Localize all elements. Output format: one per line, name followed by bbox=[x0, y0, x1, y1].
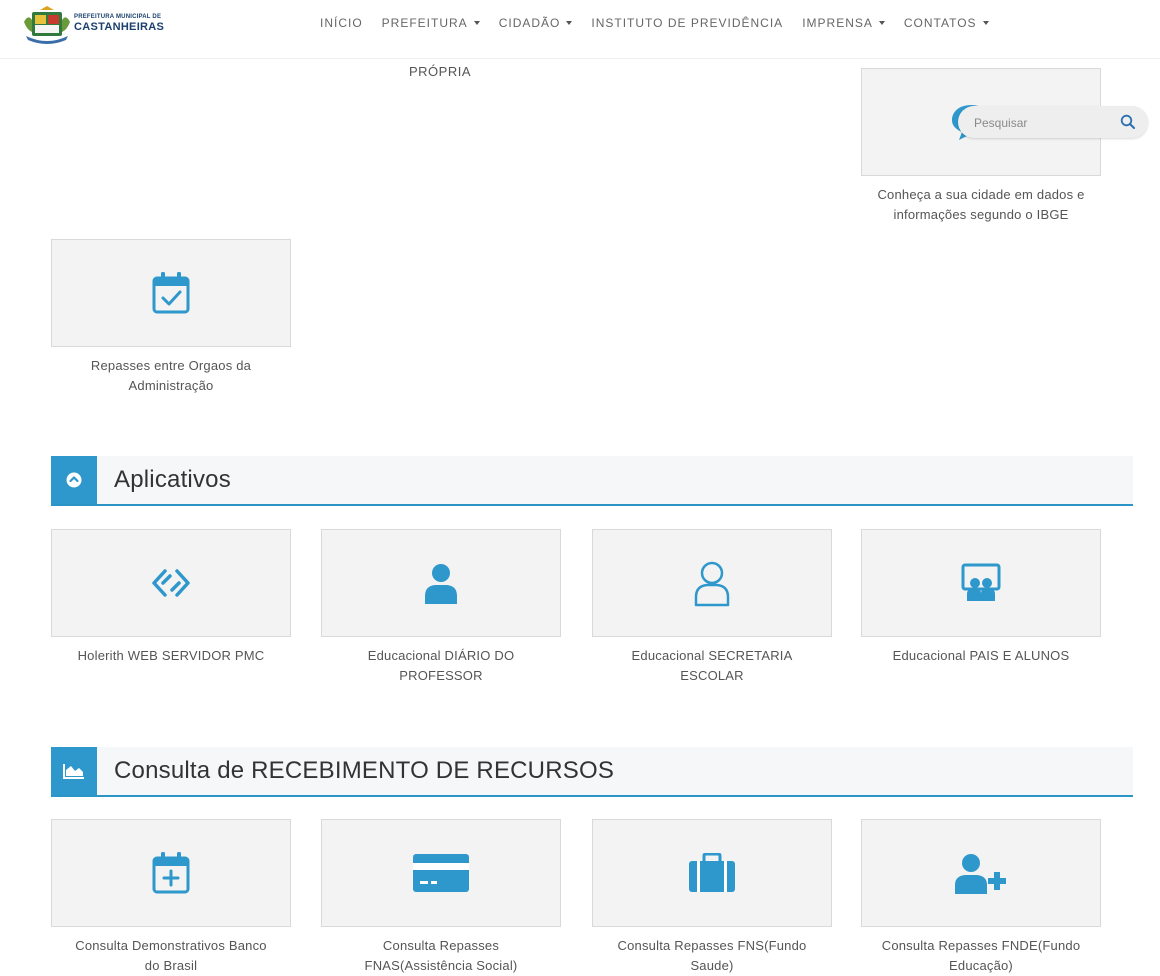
caret-down-icon bbox=[566, 21, 573, 25]
classroom-icon bbox=[961, 563, 1001, 601]
card-fns[interactable]: Consulta Repasses FNS(Fundo Saude) bbox=[592, 819, 832, 976]
propria-label[interactable]: PRÓPRIA bbox=[409, 64, 471, 79]
crest-icon bbox=[24, 6, 70, 44]
caret-down-icon bbox=[473, 21, 480, 25]
caret-down-icon bbox=[982, 21, 989, 25]
card-label-line: Consulta Repasses bbox=[382, 938, 500, 953]
user-solid-icon bbox=[425, 564, 457, 604]
nav-cidadao[interactable]: CIDADÃO bbox=[499, 14, 573, 32]
section-badge bbox=[51, 456, 97, 504]
logo-subtitle: PREFEITURA MUNICIPAL DE bbox=[74, 14, 162, 20]
section-aplicativos: Aplicativos bbox=[51, 456, 1133, 506]
nav-label: INÍCIO bbox=[320, 16, 363, 30]
card-label: Consulta Repasses FNDE(Fundo Educação) bbox=[861, 936, 1101, 976]
site-logo[interactable]: PREFEITURA MUNICIPAL DE CASTANHEIRAS bbox=[22, 6, 172, 44]
card-label-line: Consulta Repasses FNDE(Fundo bbox=[881, 938, 1081, 953]
section-title: Aplicativos bbox=[114, 466, 231, 493]
card-label-line: Educacional DIÁRIO DO bbox=[367, 648, 515, 663]
nav-label: IMPRENSA bbox=[802, 16, 873, 30]
card-label: Educacional PAIS E ALUNOS bbox=[861, 646, 1101, 666]
card-label: Educacional SECRETARIA ESCOLAR bbox=[592, 646, 832, 686]
card-box bbox=[321, 529, 561, 637]
card-label: Conheça a sua cidade em dados e informaç… bbox=[861, 185, 1101, 225]
site-header: PREFEITURA MUNICIPAL DE CASTANHEIRAS INÍ… bbox=[0, 0, 1160, 59]
calendar-plus-icon bbox=[152, 852, 190, 894]
card-pais-alunos[interactable]: Educacional PAIS E ALUNOS bbox=[861, 529, 1101, 666]
card-label: Holerith WEB SERVIDOR PMC bbox=[51, 646, 291, 666]
card-box bbox=[592, 819, 832, 927]
area-chart-icon bbox=[63, 764, 84, 779]
card-label-line: Holerith WEB SERVIDOR PMC bbox=[77, 648, 265, 663]
card-label-line: Consulta Repasses FNS(Fundo bbox=[617, 938, 807, 953]
user-outline-icon bbox=[694, 561, 730, 607]
search-icon[interactable] bbox=[1120, 114, 1136, 130]
credit-card-icon bbox=[413, 854, 469, 892]
card-label-line: ESCOLAR bbox=[680, 668, 744, 683]
card-box bbox=[321, 819, 561, 927]
nav-label: INSTITUTO DE PREVIDÊNCIA bbox=[591, 16, 784, 30]
circle-arrow-up-icon bbox=[66, 472, 82, 488]
card-fnas[interactable]: Consulta Repasses FNAS(Assistência Socia… bbox=[321, 819, 561, 976]
card-label-line: Consulta Demonstrativos Banco bbox=[75, 938, 267, 953]
card-repasses-orgaos[interactable]: Repasses entre Orgaos da Administração bbox=[51, 239, 291, 396]
card-label-line: informações segundo o IBGE bbox=[893, 207, 1069, 222]
card-label: Repasses entre Orgaos da Administração bbox=[51, 356, 291, 396]
card-label-line: Educacional PAIS E ALUNOS bbox=[892, 648, 1070, 663]
card-holerith[interactable]: Holerith WEB SERVIDOR PMC bbox=[51, 529, 291, 666]
nav-instituto[interactable]: INSTITUTO DE PREVIDÊNCIA bbox=[591, 14, 783, 32]
card-label-line: Administração bbox=[128, 378, 214, 393]
card-label: Consulta Repasses FNAS(Assistência Socia… bbox=[321, 936, 561, 976]
card-label-line: Educacional SECRETARIA bbox=[631, 648, 793, 663]
card-ibge[interactable]: Conheça a sua cidade em dados e informaç… bbox=[861, 68, 1101, 225]
card-label-line: Saude) bbox=[690, 958, 734, 973]
card-secretaria-escolar[interactable]: Educacional SECRETARIA ESCOLAR bbox=[592, 529, 832, 686]
briefcase-icon bbox=[689, 853, 735, 892]
card-label: Educacional DIÁRIO DO PROFESSOR bbox=[321, 646, 561, 686]
link-chain-icon bbox=[152, 569, 190, 597]
nav-label: PREFEITURA bbox=[381, 16, 468, 30]
nav-contatos[interactable]: CONTATOS bbox=[904, 14, 989, 32]
card-label: Consulta Demonstrativos Banco do Brasil bbox=[51, 936, 291, 976]
card-fnde[interactable]: Consulta Repasses FNDE(Fundo Educação) bbox=[861, 819, 1101, 976]
nav-inicio[interactable]: INÍCIO bbox=[320, 14, 363, 32]
nav-label: CIDADÃO bbox=[498, 16, 561, 30]
user-add-icon bbox=[955, 854, 1006, 894]
card-box bbox=[861, 529, 1101, 637]
card-box bbox=[51, 239, 291, 347]
card-label-line: Educação) bbox=[949, 958, 1013, 973]
card-box bbox=[51, 819, 291, 927]
card-label: Consulta Repasses FNS(Fundo Saude) bbox=[592, 936, 832, 976]
search-box bbox=[958, 106, 1148, 140]
search-input[interactable] bbox=[972, 106, 1116, 140]
calendar-check-icon bbox=[152, 272, 190, 314]
card-label-line: FNAS(Assistência Social) bbox=[364, 958, 518, 973]
main-nav: INÍCIO PREFEITURA CIDADÃO INSTITUTO DE P… bbox=[320, 14, 1008, 32]
section-recursos: Consulta de RECEBIMENTO DE RECURSOS bbox=[51, 747, 1133, 797]
nav-label: CONTATOS bbox=[903, 16, 977, 30]
card-diario-professor[interactable]: Educacional DIÁRIO DO PROFESSOR bbox=[321, 529, 561, 686]
card-label-line: Repasses entre Orgaos da bbox=[90, 358, 252, 373]
nav-imprensa[interactable]: IMPRENSA bbox=[802, 14, 885, 32]
nav-prefeitura[interactable]: PREFEITURA bbox=[382, 14, 480, 32]
caret-down-icon bbox=[878, 21, 885, 25]
card-box bbox=[592, 529, 832, 637]
card-label-line: do Brasil bbox=[144, 958, 198, 973]
logo-title: CASTANHEIRAS bbox=[74, 21, 165, 33]
card-label-line: PROFESSOR bbox=[399, 668, 483, 683]
card-box bbox=[861, 819, 1101, 927]
card-label-line: Conheça a sua cidade em dados e bbox=[877, 187, 1085, 202]
section-title: Consulta de RECEBIMENTO DE RECURSOS bbox=[114, 757, 615, 784]
section-badge bbox=[51, 747, 97, 795]
card-box bbox=[51, 529, 291, 637]
card-banco-brasil[interactable]: Consulta Demonstrativos Banco do Brasil bbox=[51, 819, 291, 976]
